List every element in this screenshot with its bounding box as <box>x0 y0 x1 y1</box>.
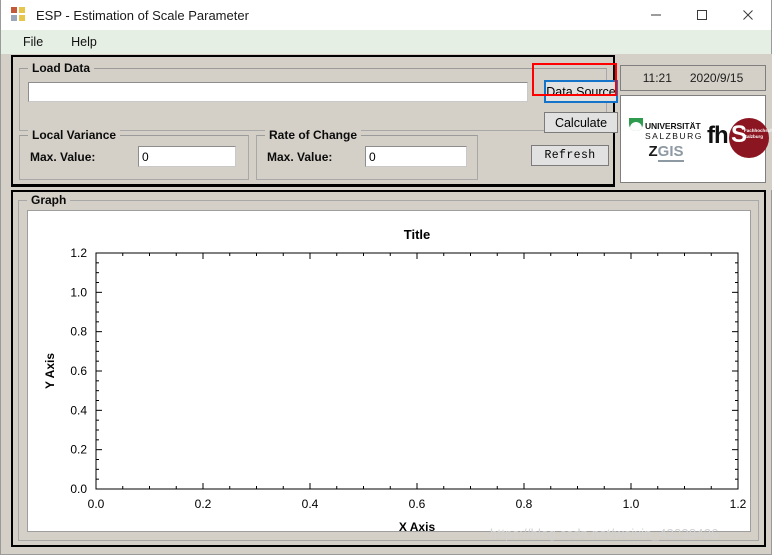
rate-of-change-groupbox: Rate of Change Max. Value: <box>256 128 478 180</box>
app-grid-icon <box>11 7 27 23</box>
local-variance-groupbox: Local Variance Max. Value: <box>19 128 249 180</box>
plot-canvas[interactable]: 0.0 0.2 0.4 0.6 0.8 1.0 1.2 0.0 0.2 0.4 0.6 0.8 1.0 1… <box>27 210 751 532</box>
svg-text:0.8: 0.8 <box>70 325 87 339</box>
load-data-group-title: Load Data <box>28 61 95 75</box>
logo-panel: UNIVERSITÄT SALZBURG ZGIS fh S Fachhochs… <box>620 95 772 183</box>
svg-text:0.2: 0.2 <box>195 497 212 511</box>
svg-text:1.2: 1.2 <box>730 497 747 511</box>
plot-svg: 0.0 0.2 0.4 0.6 0.8 1.0 1.2 0.0 0.2 0.4 0.6 0.8 1.0 1… <box>43 227 747 531</box>
window-controls <box>633 0 771 30</box>
svg-text:1.0: 1.0 <box>70 285 87 299</box>
university-salzburg-logo: UNIVERSITÄT SALZBURG ZGIS <box>629 118 703 162</box>
controls-panel: Load Data Data Source Calculate Local Va… <box>11 55 618 187</box>
graph-region: Graph 0.0 0.2 0.4 0.6 0.8 1.0 1.2 0.0 0.2 0.4 0.6 0… <box>11 190 766 547</box>
fhs-logo: fh S Fachhochschule Salzburg <box>707 114 772 166</box>
zgis-gis: GIS <box>657 143 684 162</box>
zgis-z: Z <box>648 143 658 160</box>
fhs-subtitle: Fachhochschule Salzburg <box>744 128 772 139</box>
top-region: Load Data Data Source Calculate Local Va… <box>1 54 772 190</box>
menu-item-file[interactable]: File <box>13 32 53 52</box>
data-path-input[interactable] <box>28 82 528 102</box>
local-variance-max-label: Max. Value: <box>30 150 96 164</box>
svg-text:0.0: 0.0 <box>70 482 87 496</box>
load-data-groupbox: Load Data Data Source Calculate <box>19 61 618 133</box>
graph-groupbox: Graph 0.0 0.2 0.4 0.6 0.8 1.0 1.2 0.0 0.2 0.4 0.6 0… <box>18 193 759 541</box>
clock-panel: 11:21 2020/9/15 <box>620 65 766 91</box>
svg-text:X Axis: X Axis <box>399 520 436 531</box>
menu-item-help[interactable]: Help <box>61 32 107 52</box>
svg-text:0.6: 0.6 <box>70 364 87 378</box>
svg-text:0.6: 0.6 <box>409 497 426 511</box>
svg-text:0.4: 0.4 <box>302 497 319 511</box>
svg-text:0.2: 0.2 <box>70 443 87 457</box>
university-name-line1: UNIVERSITÄT <box>645 121 701 131</box>
rate-of-change-max-label: Max. Value: <box>267 150 333 164</box>
rate-of-change-max-input[interactable] <box>365 146 467 167</box>
university-mark-icon <box>629 118 643 131</box>
svg-text:0.8: 0.8 <box>516 497 533 511</box>
application-window: ESP - Estimation of Scale Parameter File… <box>0 0 772 555</box>
fhs-circle-icon: S Fachhochschule Salzburg <box>729 118 772 158</box>
local-variance-max-input[interactable] <box>138 146 236 167</box>
fhs-fh-text: fh <box>707 122 729 149</box>
clock-time: 11:21 <box>642 71 672 85</box>
clock-date: 2020/9/15 <box>689 71 744 85</box>
maximize-icon[interactable] <box>679 0 725 30</box>
refresh-button[interactable]: Refresh <box>531 145 609 166</box>
rate-of-change-group-title: Rate of Change <box>265 128 362 142</box>
svg-text:0.0: 0.0 <box>88 497 105 511</box>
svg-text:Y Axis: Y Axis <box>43 353 57 389</box>
zgis-logo: ZGIS <box>629 143 703 162</box>
menu-bar: File Help <box>1 30 771 54</box>
calculate-button[interactable]: Calculate <box>544 112 618 133</box>
title-bar: ESP - Estimation of Scale Parameter <box>1 0 771 30</box>
close-icon[interactable] <box>725 0 771 30</box>
svg-text:Title: Title <box>404 227 431 242</box>
graph-group-title: Graph <box>27 193 71 207</box>
data-source-button[interactable]: Data Source <box>544 80 618 103</box>
minimize-icon[interactable] <box>633 0 679 30</box>
university-name-line2: SALZBURG <box>645 131 703 141</box>
svg-text:1.2: 1.2 <box>70 246 87 260</box>
local-variance-group-title: Local Variance <box>28 128 121 142</box>
window-title: ESP - Estimation of Scale Parameter <box>36 7 249 23</box>
svg-text:1.0: 1.0 <box>623 497 640 511</box>
svg-text:0.4: 0.4 <box>70 403 87 417</box>
